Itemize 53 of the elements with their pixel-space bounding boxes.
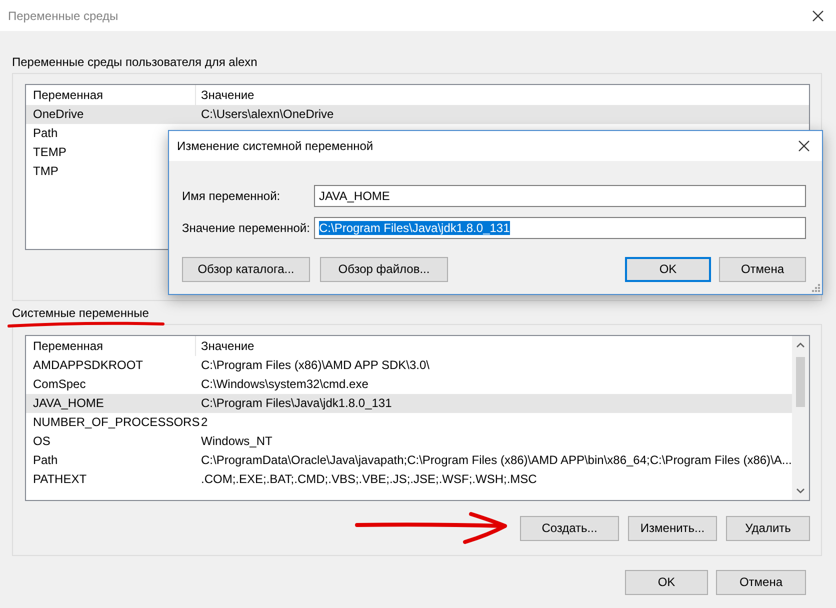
list-row[interactable]: JAVA_HOME C:\Program Files\Java\jdk1.8.0_131 (26, 394, 792, 413)
close-icon[interactable] (812, 10, 824, 22)
close-icon[interactable] (798, 140, 810, 152)
list-row[interactable]: AMDAPPSDKROOT C:\Program Files (x86)\AMD APP SDK\3.0\ (26, 356, 792, 375)
action-button[interactable]: Создать... (520, 516, 619, 540)
variable-value: C:\Windows\system32\cmd.exe (200, 376, 368, 393)
resize-grip-icon[interactable] (810, 282, 820, 292)
action-button[interactable]: Изменить... (628, 516, 717, 540)
list-row[interactable]: Path C:\ProgramData\Oracle\Java\javapath;C:\Program Files (x86)\AMD APP\bin\x86_64;C:\Program Files (x86)\A... (26, 451, 792, 470)
variable-name: ComSpec (32, 376, 87, 393)
list-row[interactable]: OS Windows_NT (26, 432, 792, 451)
scroll-down-icon[interactable] (796, 488, 805, 494)
variable-name: Path (32, 452, 59, 469)
cancel-button[interactable]: Отмена (719, 257, 806, 282)
variable-name: AMDAPPSDKROOT (32, 357, 144, 374)
input-field[interactable]: JAVA_HOME (314, 185, 806, 207)
browse-button[interactable]: Обзор файлов... (320, 257, 448, 282)
variable-name: Path (32, 125, 59, 142)
variable-value: .COM;.EXE;.BAT;.CMD;.VBS;.VBE;.JS;.JSE;.WSF;.WSH;.MSC (200, 471, 537, 488)
field-label: Значение переменной: (182, 220, 311, 237)
scroll-up-icon[interactable] (796, 342, 805, 348)
variable-name: OneDrive (32, 106, 85, 123)
action-button[interactable]: Удалить (726, 516, 810, 540)
variable-value: C:\Users\alexn\OneDrive (200, 106, 334, 123)
window-title: Переменные среды (8, 8, 118, 24)
list-row[interactable]: ComSpec C:\Windows\system32\cmd.exe (26, 375, 792, 394)
variable-name: JAVA_HOME (32, 395, 105, 412)
column-header[interactable]: Переменная (26, 336, 196, 356)
input-field[interactable]: C:\Program Files\Java\jdk1.8.0_131 (314, 217, 806, 239)
scroll-thumb[interactable] (796, 357, 805, 407)
variable-value: 2 (200, 414, 208, 431)
variable-name: OS (32, 433, 52, 450)
variable-name: TMP (32, 163, 60, 180)
ok-button[interactable]: OK (625, 570, 708, 595)
variable-value: C:\Program Files\Java\jdk1.8.0_131 (200, 395, 392, 412)
list-view[interactable] (25, 335, 810, 501)
dialog-title: Изменение системной переменной (177, 138, 374, 155)
scroll-bar[interactable] (792, 336, 809, 500)
cancel-button[interactable]: Отмена (716, 570, 806, 595)
group-label: Переменные среды пользователя для alexn (12, 54, 258, 70)
field-label: Имя переменной: (182, 188, 282, 205)
column-header[interactable]: Значение (196, 85, 254, 105)
variable-value: Windows_NT (200, 433, 272, 450)
variable-value: C:\Program Files (x86)\AMD APP SDK\3.0\ (200, 357, 430, 374)
column-header[interactable]: Значение (196, 336, 254, 356)
browse-button[interactable]: Обзор каталога... (182, 257, 310, 282)
list-row[interactable]: PATHEXT .COM;.EXE;.BAT;.CMD;.VBS;.VBE;.JS;.JSE;.WSF;.WSH;.MSC (26, 470, 792, 489)
list-row[interactable]: NUMBER_OF_PROCESSORS2 (26, 413, 792, 432)
variable-name: PATHEXT (32, 471, 88, 488)
variable-value: C:\ProgramData\Oracle\Java\javapath;C:\Program Files (x86)\AMD APP\bin\x86_64;C:\Program Files (x86)\A... (200, 452, 792, 469)
group-label: Системные переменные (12, 305, 149, 321)
list-row[interactable]: OneDrive C:\Users\alexn\OneDrive (26, 105, 809, 124)
ok-button[interactable]: OK (625, 257, 711, 282)
